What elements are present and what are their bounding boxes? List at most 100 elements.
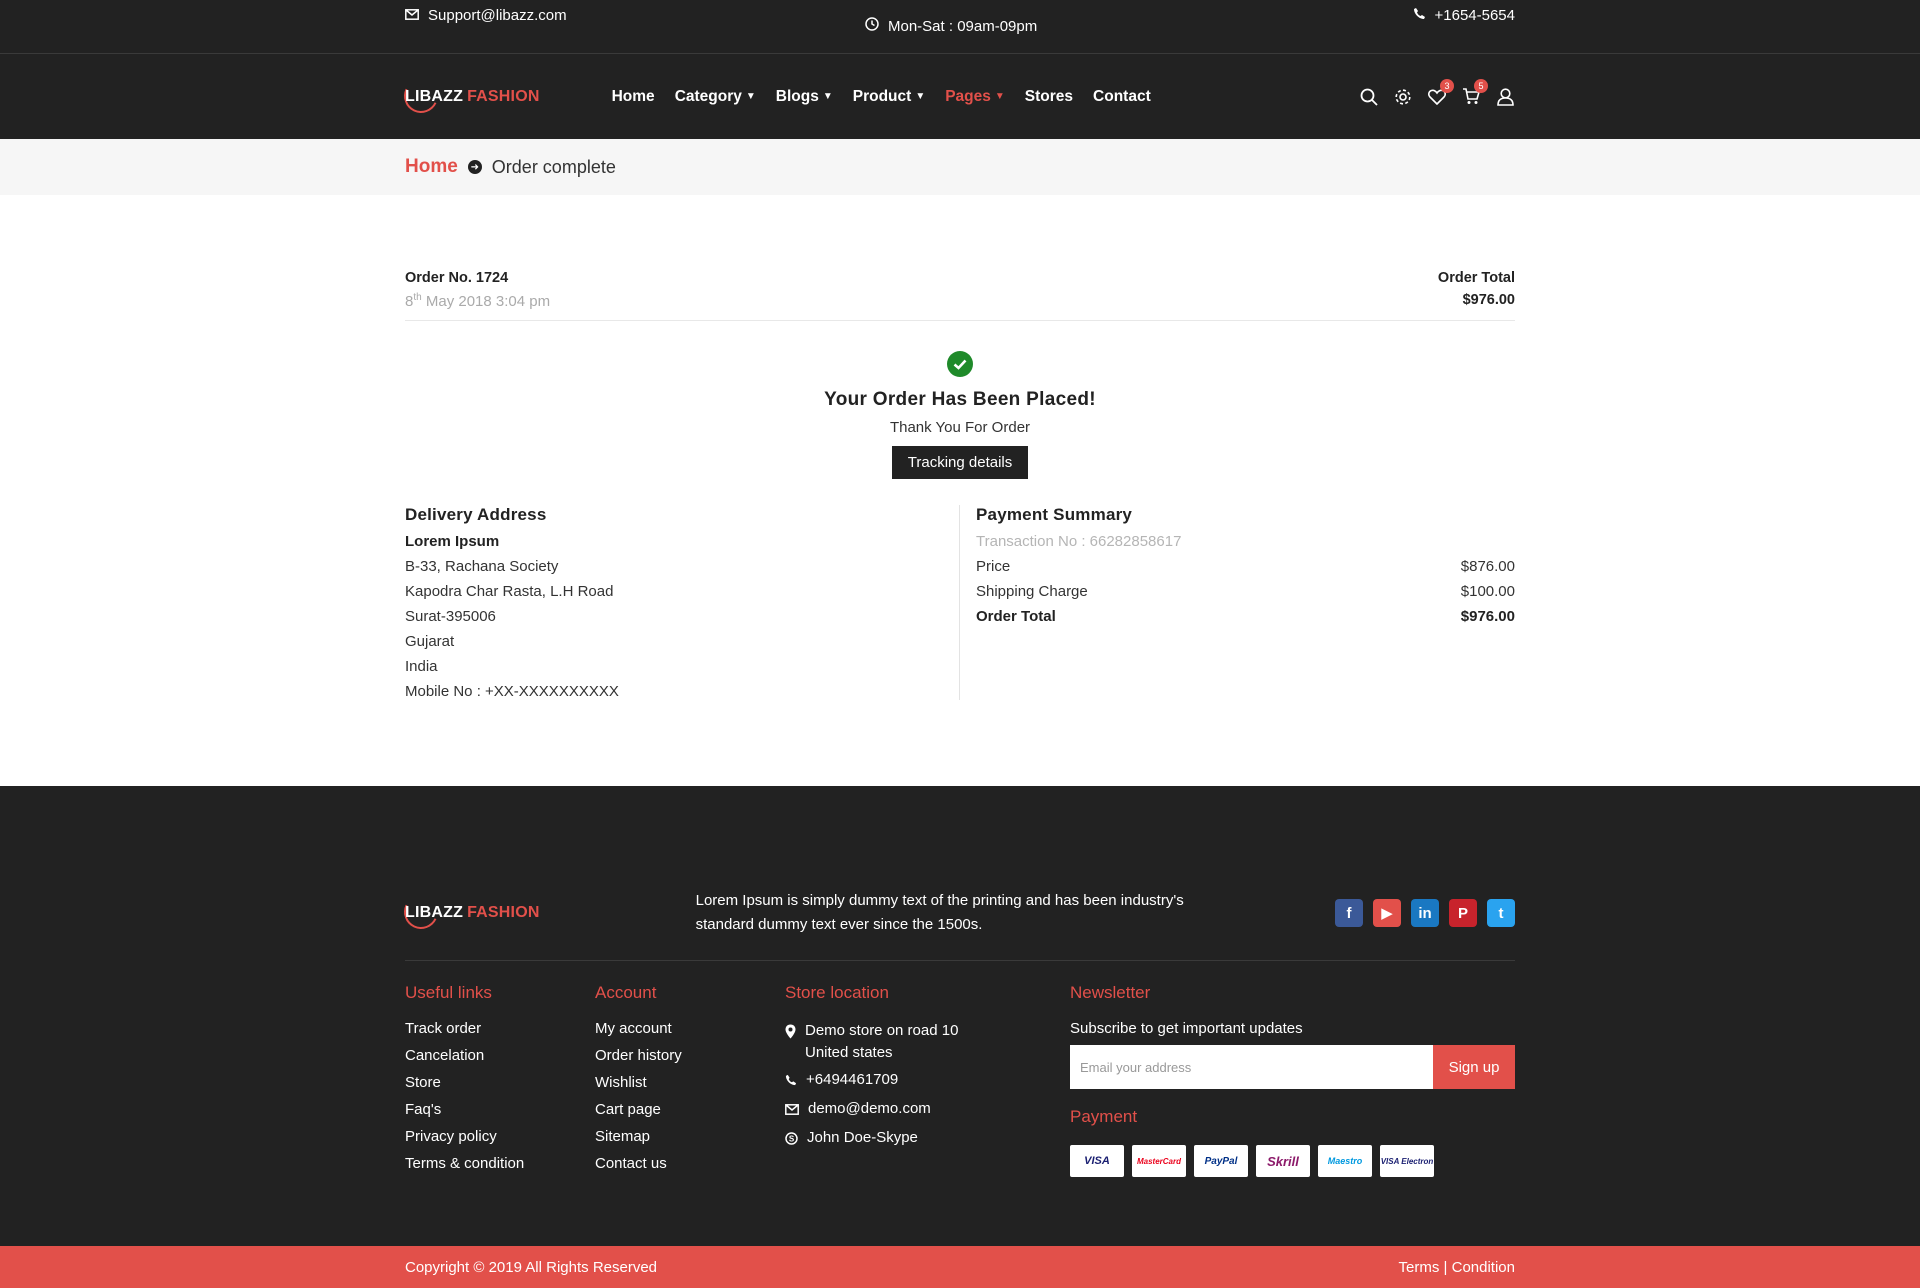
summary-row-shipping: Shipping Charge $100.00	[976, 583, 1515, 600]
svg-text:S: S	[789, 1135, 795, 1144]
newsletter-email-input[interactable]	[1070, 1045, 1433, 1089]
tracking-details-button[interactable]: Tracking details	[891, 446, 1029, 479]
footer-brand-logo[interactable]: LIBAZZ FASHION	[399, 890, 540, 934]
gear-icon[interactable]	[1393, 87, 1413, 107]
footer-link-cancelation[interactable]: Cancelation	[405, 1047, 595, 1064]
store-email-text: demo@demo.com	[808, 1100, 931, 1117]
search-icon[interactable]	[1359, 87, 1379, 107]
footer-link-privacy[interactable]: Privacy policy	[405, 1128, 595, 1145]
legal-separator: |	[1443, 1258, 1448, 1276]
delivery-address-title: Delivery Address	[405, 505, 547, 524]
map-pin-icon	[785, 1020, 796, 1046]
support-email[interactable]: Support@libazz.com	[405, 7, 567, 24]
logo-text-red: FASHION	[467, 904, 540, 921]
order-complete-section: Order No. 1724 8th May 2018 3:04 pm Orde…	[405, 195, 1515, 700]
address-line: Surat-395006	[405, 608, 496, 625]
cart-count-badge: 5	[1474, 78, 1488, 93]
address-line: Gujarat	[405, 633, 455, 650]
nav-product[interactable]: Product ▼	[853, 88, 925, 106]
order-date-rest: May 2018 3:04 pm	[421, 293, 551, 310]
nav-contact[interactable]: Contact	[1093, 88, 1151, 106]
order-total-value: $976.00	[1462, 292, 1515, 308]
arrow-right-circle-icon: ➜	[467, 160, 482, 174]
store-phone-text: +6494461709	[806, 1071, 899, 1088]
chevron-down-icon: ▼	[745, 91, 756, 102]
useful-links-title: Useful links	[405, 983, 492, 1002]
clock-icon	[865, 17, 879, 35]
address-line: India	[405, 658, 438, 675]
store-skype[interactable]: S John Doe-Skype	[785, 1127, 1070, 1152]
skype-icon: S	[785, 1127, 798, 1152]
nav-blogs[interactable]: Blogs ▼	[776, 88, 833, 106]
logo-text-white: LIBAZZ	[405, 87, 464, 105]
user-icon[interactable]	[1495, 87, 1515, 107]
signup-button[interactable]: Sign up	[1433, 1045, 1515, 1089]
mail-icon	[785, 1098, 799, 1122]
nav-pages[interactable]: Pages ▼	[945, 88, 1005, 106]
terms-link[interactable]: Terms	[1399, 1259, 1440, 1276]
pinterest-icon[interactable]: P	[1449, 899, 1477, 927]
paypal-icon: PayPal	[1194, 1145, 1248, 1177]
nav-stores[interactable]: Stores	[1025, 88, 1073, 106]
mastercard-icon: MasterCard	[1132, 1145, 1186, 1177]
account-title: Account	[595, 983, 657, 1002]
footer-link-contact[interactable]: Contact us	[595, 1155, 785, 1172]
store-address-line-1: Demo store on road 10	[805, 1022, 959, 1039]
order-placed-title: Your Order Has Been Placed!	[824, 389, 1096, 410]
support-phone[interactable]: +1654-5654	[1413, 7, 1515, 24]
breadcrumb-home-link[interactable]: Home	[405, 156, 458, 178]
footer-link-order-history[interactable]: Order history	[595, 1047, 785, 1064]
payment-methods-title: Payment	[1070, 1107, 1138, 1126]
twitter-icon[interactable]: t	[1487, 899, 1515, 927]
address-mobile: Mobile No : +XX-XXXXXXXXXX	[405, 683, 619, 700]
transaction-number: Transaction No : 66282858617	[976, 533, 1182, 550]
footer-link-terms[interactable]: Terms & condition	[405, 1155, 595, 1172]
footer-link-faqs[interactable]: Faq's	[405, 1101, 595, 1118]
store-phone[interactable]: +6494461709	[785, 1069, 1070, 1093]
chevron-down-icon: ▼	[915, 91, 926, 102]
header-actions: 3 5	[1359, 78, 1515, 107]
footer-link-my-account[interactable]: My account	[595, 1020, 785, 1037]
store-email[interactable]: demo@demo.com	[785, 1098, 1070, 1122]
legal-links: Terms | Condition	[1399, 1259, 1515, 1276]
order-info: Delivery Address Lorem Ipsum B-33, Racha…	[405, 505, 1515, 700]
nav-stores-label: Stores	[1024, 87, 1074, 105]
youtube-icon[interactable]: ▶	[1373, 899, 1401, 927]
order-total-label: Order Total	[1437, 270, 1515, 286]
nav-category-label: Category	[674, 87, 742, 105]
nav-category[interactable]: Category ▼	[675, 88, 756, 106]
summary-label: Order Total	[976, 608, 1056, 625]
copyright-text: Copyright © 2019 All Rights Reserved	[405, 1258, 658, 1276]
cart-icon[interactable]: 5	[1461, 78, 1488, 107]
top-bar: Support@libazz.com Mon-Sat : 09am-09pm +…	[0, 0, 1920, 54]
footer-link-sitemap[interactable]: Sitemap	[595, 1128, 785, 1145]
footer-link-track-order[interactable]: Track order	[405, 1020, 595, 1037]
main-header: LIBAZZ FASHION Home Category ▼ Blogs ▼ Pro…	[0, 54, 1920, 139]
brand-logo[interactable]: LIBAZZ FASHION	[399, 73, 540, 118]
useful-links-column: Useful links Track order Cancelation Sto…	[405, 983, 595, 1182]
delivery-address: Delivery Address Lorem Ipsum B-33, Racha…	[405, 505, 960, 700]
order-date: 8th May 2018 3:04 pm	[405, 292, 550, 310]
breadcrumb-current: Order complete	[491, 156, 616, 177]
wishlist-count-badge: 3	[1440, 78, 1454, 93]
footer-link-cart[interactable]: Cart page	[595, 1101, 785, 1118]
linkedin-icon[interactable]: in	[1411, 899, 1439, 927]
chevron-down-icon: ▼	[994, 91, 1005, 102]
skrill-icon: Skrill	[1256, 1145, 1310, 1177]
order-placed-panel: Your Order Has Been Placed! Thank You Fo…	[405, 351, 1515, 479]
wishlist-heart-icon[interactable]: 3	[1427, 78, 1454, 107]
chevron-down-icon: ▼	[822, 91, 833, 102]
summary-value: $976.00	[1460, 608, 1515, 625]
nav-home[interactable]: Home	[612, 88, 655, 106]
summary-label: Price	[976, 558, 1011, 575]
facebook-icon[interactable]: f	[1335, 899, 1363, 927]
store-skype-text: John Doe-Skype	[807, 1129, 918, 1146]
condition-link[interactable]: Condition	[1452, 1259, 1515, 1276]
footer-link-wishlist[interactable]: Wishlist	[595, 1074, 785, 1091]
address-line: B-33, Rachana Society	[405, 558, 559, 575]
breadcrumb: Home ➜ Order complete	[0, 139, 1920, 195]
nav-pages-label: Pages	[945, 87, 991, 105]
footer-link-store[interactable]: Store	[405, 1074, 595, 1091]
logo-text-white: LIBAZZ	[405, 904, 464, 921]
address-line: Kapodra Char Rasta, L.H Road	[405, 583, 614, 600]
